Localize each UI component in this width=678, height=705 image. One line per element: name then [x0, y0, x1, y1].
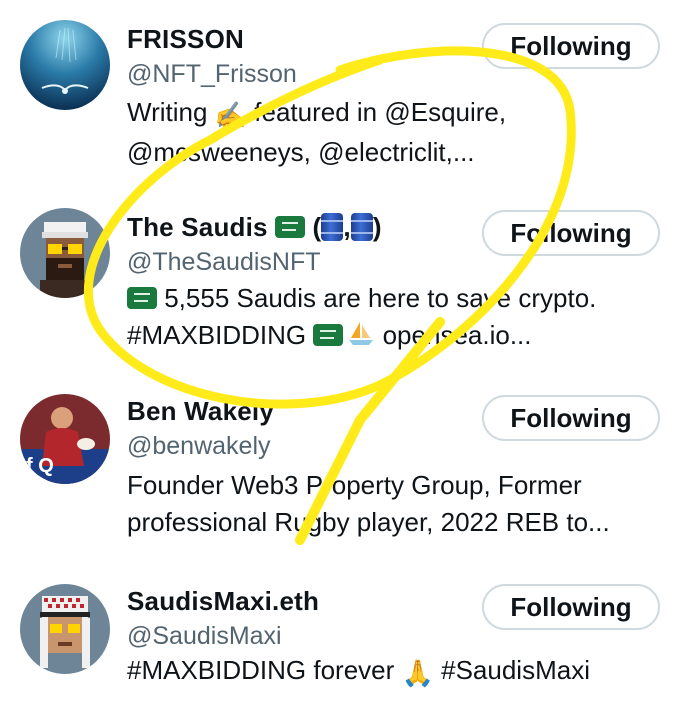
avatar[interactable] — [20, 208, 110, 298]
name-text: ( — [305, 212, 322, 242]
user-bio: #MAXBIDDING forever 🙏 #SaudisMaxi — [127, 652, 667, 692]
user-bio: Founder Web3 Property Group, Former prof… — [127, 467, 667, 541]
bio-text: Writing — [127, 97, 215, 127]
writing-hand-icon: ✍️ — [214, 100, 248, 130]
pixel-saudi-keffiyeh-avatar-icon — [20, 584, 110, 674]
user-name[interactable]: Ben Wakely — [127, 396, 274, 427]
bio-text: featured in @Esquire, — [247, 97, 507, 127]
user-name[interactable]: The Saudis (,) — [127, 212, 382, 243]
user-handle[interactable]: @TheSaudisNFT — [127, 248, 321, 277]
following-button[interactable]: Following — [482, 395, 660, 441]
following-button[interactable]: Following — [482, 210, 660, 256]
pixel-saudi-avatar-icon — [20, 208, 110, 298]
bio-text: Founder Web3 Property Group, Former — [127, 470, 582, 500]
bio-text: #MAXBIDDING forever — [127, 655, 402, 685]
bio-text: 5,555 Saudis are here to save crypto. — [157, 283, 597, 313]
follow-list-item[interactable]: The Saudis (,) @TheSaudisNFT 5,555 Saudi… — [0, 190, 678, 380]
follow-list-item[interactable]: f Q Ben Wakely @benwakely Founder Web3 P… — [0, 380, 678, 570]
user-handle[interactable]: @SaudisMaxi — [127, 622, 282, 651]
underwater-diver-avatar-icon — [20, 20, 110, 110]
folded-hands-icon: 🙏 — [401, 658, 434, 688]
user-name[interactable]: FRISSON — [127, 24, 244, 55]
avatar[interactable] — [20, 584, 110, 674]
follow-list-item[interactable]: SaudisMaxi.eth @SaudisMaxi #MAXBIDDING f… — [0, 570, 678, 705]
oil-barrel-icon — [321, 213, 344, 241]
saudi-flag-icon — [275, 216, 306, 238]
saudi-flag-icon — [127, 287, 157, 309]
name-text: ) — [372, 212, 382, 242]
user-bio: 5,555 Saudis are here to save crypto. #M… — [127, 280, 667, 357]
svg-text:f Q: f Q — [26, 455, 54, 477]
bio-text: professional Rugby player, 2022 REB to..… — [127, 507, 610, 537]
avatar[interactable] — [20, 20, 110, 110]
user-handle[interactable]: @NFT_Frisson — [127, 60, 297, 89]
user-name[interactable]: SaudisMaxi.eth — [127, 586, 319, 617]
user-handle[interactable]: @benwakely — [127, 432, 271, 461]
user-bio: Writing ✍️ featured in @Esquire, @mcswee… — [127, 94, 667, 171]
following-button[interactable]: Following — [482, 23, 660, 69]
name-text: The Saudis — [127, 212, 276, 242]
bio-text: #SaudisMaxi — [433, 655, 590, 685]
bio-text: @mcsweeneys, @electriclit,... — [127, 137, 475, 167]
rugby-player-photo-avatar-icon: f Q — [20, 394, 110, 484]
oil-barrel-icon — [350, 213, 373, 241]
bio-text: #MAXBIDDING — [127, 320, 314, 350]
saudi-flag-icon — [313, 324, 344, 346]
following-button[interactable]: Following — [482, 584, 660, 630]
name-text: , — [343, 212, 351, 242]
follow-list-item[interactable]: FRISSON @NFT_Frisson Writing ✍️ featured… — [0, 0, 678, 190]
avatar[interactable]: f Q — [20, 394, 110, 484]
bio-text: opensea.io... — [375, 320, 532, 350]
sailboat-icon — [347, 319, 375, 357]
